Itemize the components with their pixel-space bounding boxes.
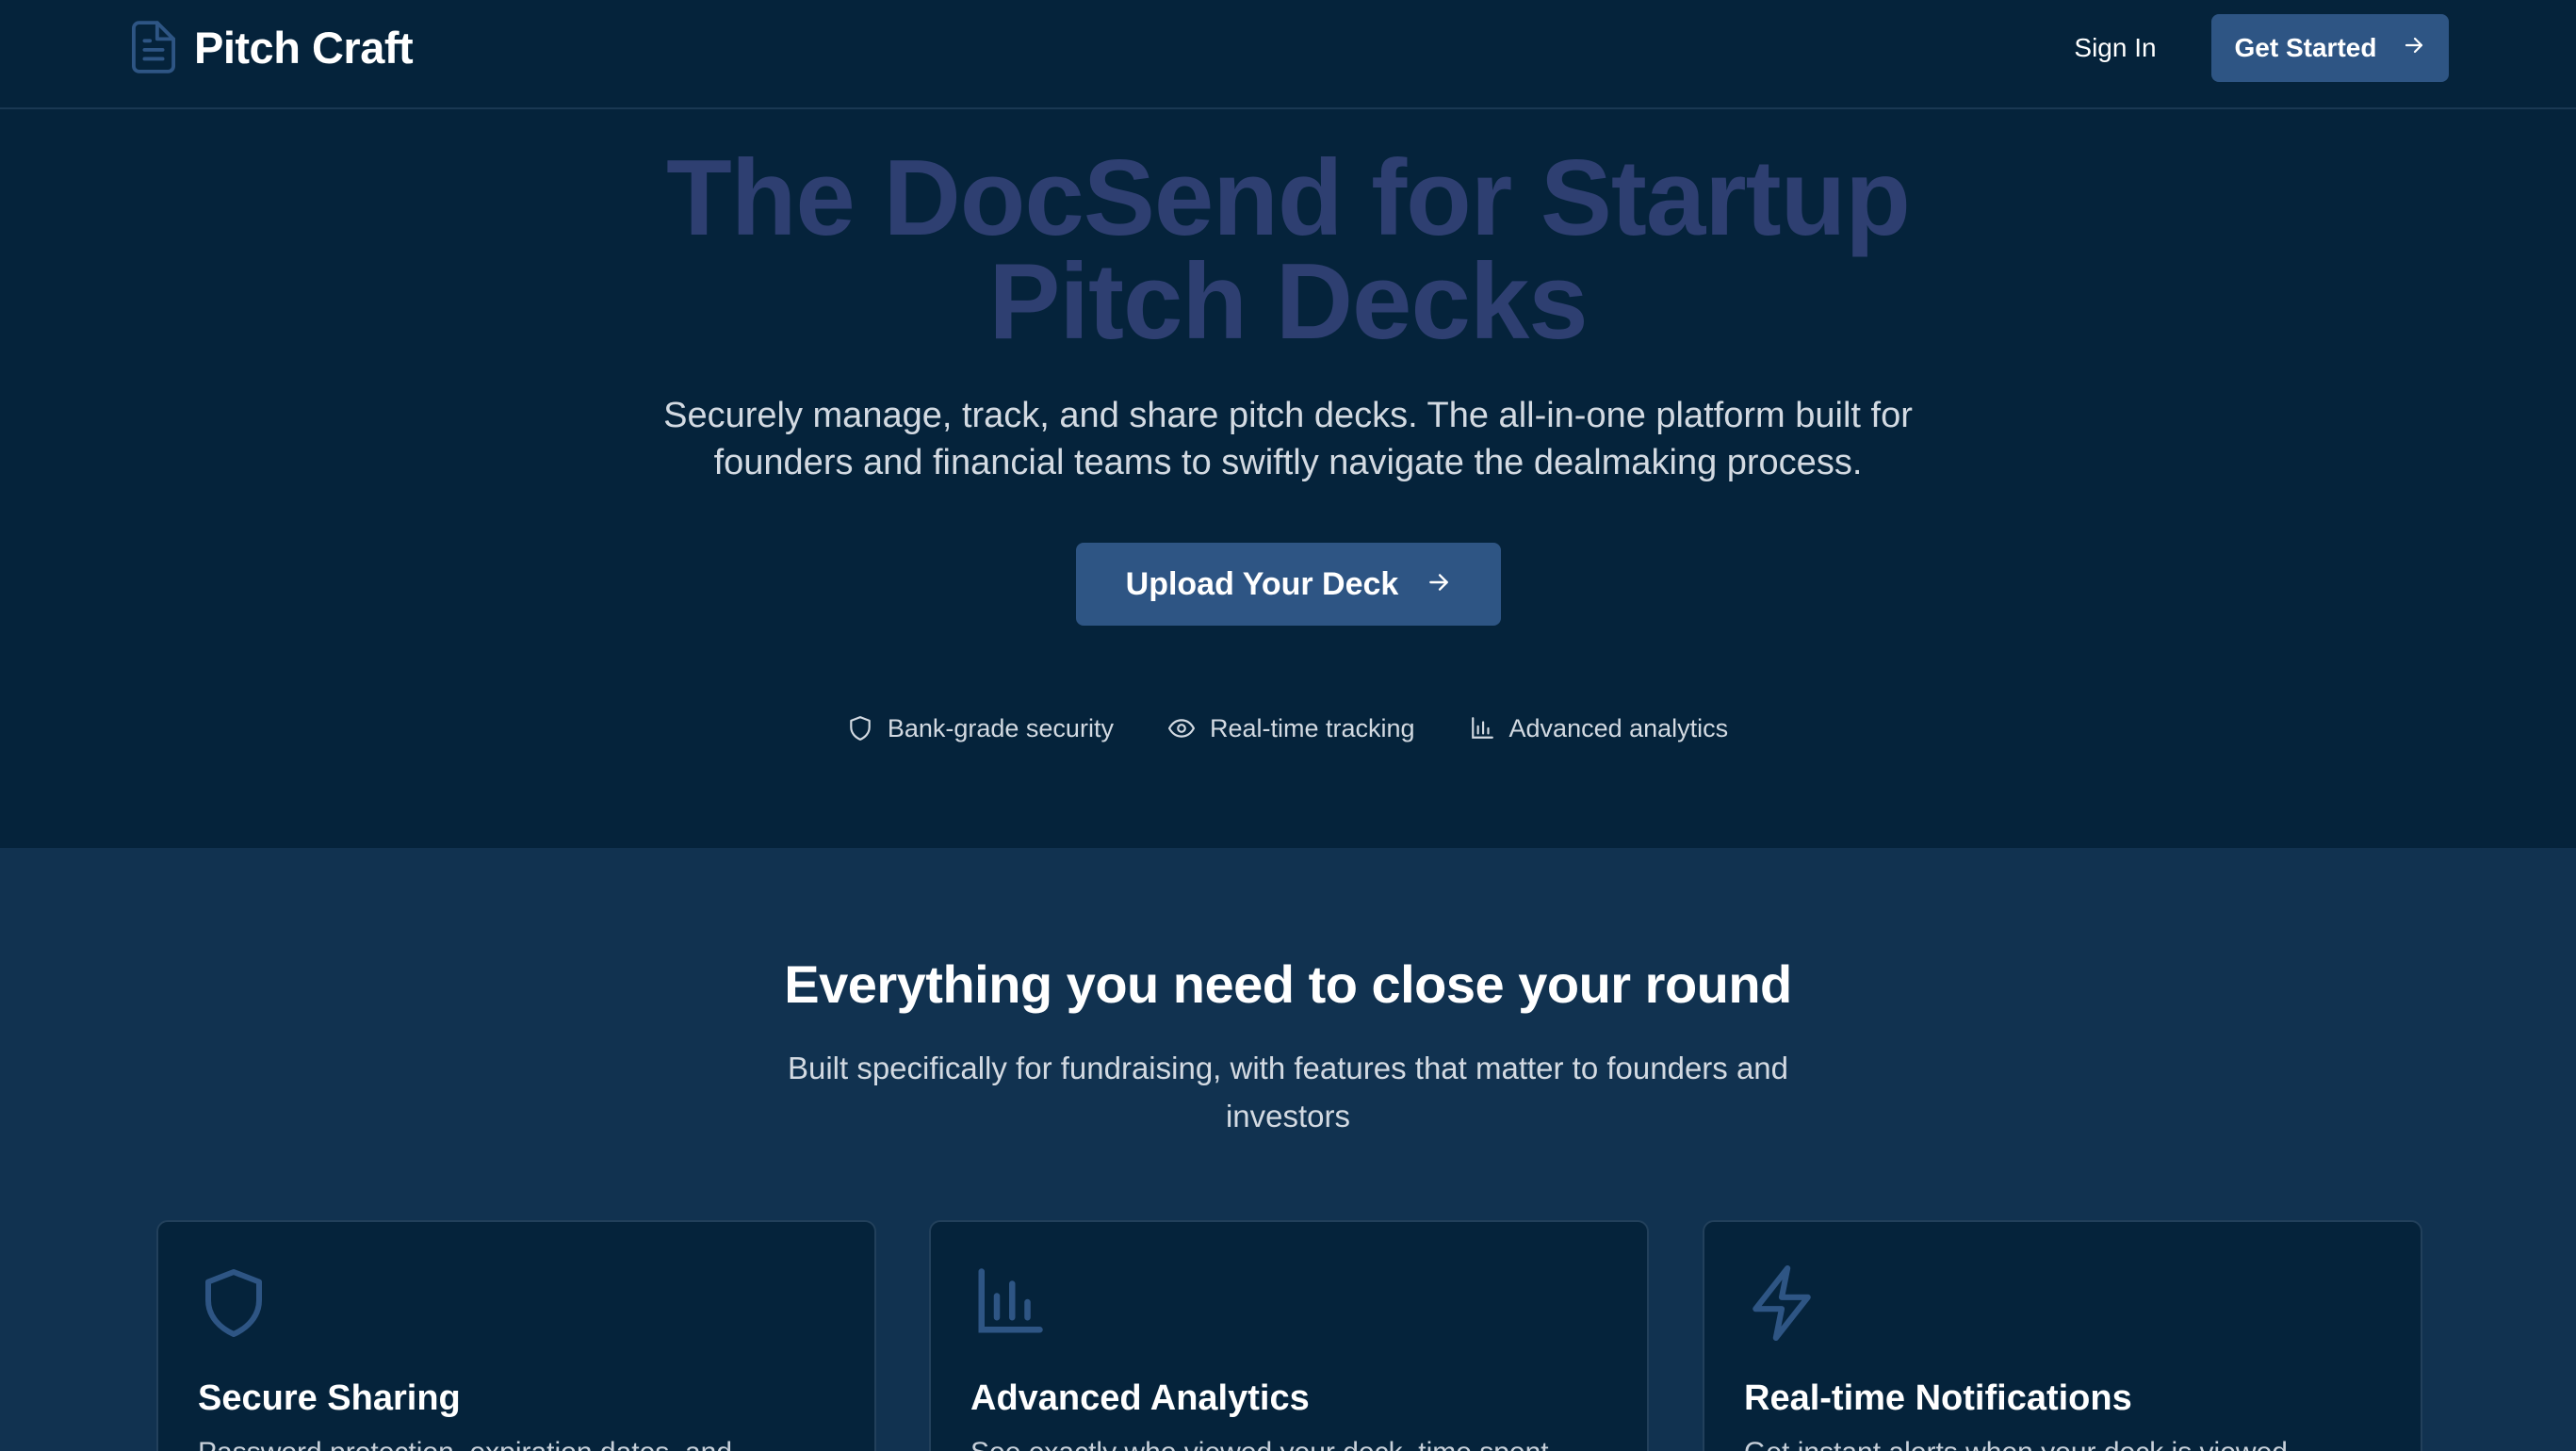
features-subtitle: Built specifically for fundraising, with…	[723, 1044, 1853, 1140]
trust-label: Real-time tracking	[1209, 713, 1415, 742]
feature-card-realtime-notifications: Real-time Notifications Get instant aler…	[1703, 1220, 2422, 1451]
brand-name: Pitch Craft	[194, 22, 414, 73]
feature-card-title: Secure Sharing	[198, 1378, 461, 1418]
feature-card-advanced-analytics: Advanced Analytics See exactly who viewe…	[929, 1220, 1649, 1451]
bar-chart-icon	[1470, 716, 1494, 741]
feature-card-secure-sharing: Secure Sharing Password protection, expi…	[156, 1220, 876, 1451]
features-title: Everything you need to close your round	[784, 954, 1792, 1014]
feature-card-title: Advanced Analytics	[970, 1378, 1310, 1418]
feature-card-title: Real-time Notifications	[1744, 1378, 2132, 1418]
hero-title-line: The DocSend for Startup	[666, 139, 1911, 258]
feature-card-desc: Password protection, expiration dates, a…	[198, 1437, 839, 1451]
hero-subtitle-line: Securely manage, track, and share pitch …	[663, 396, 1913, 435]
trust-label: Bank-grade security	[887, 713, 1114, 742]
features-subtitle-line: Built specifically for fundraising, with…	[787, 1051, 1789, 1085]
brand[interactable]: Pitch Craft	[132, 19, 414, 75]
arrow-right-icon	[2403, 33, 2425, 63]
features-section: Everything you need to close your round …	[0, 848, 2576, 1451]
trust-item-analytics: Advanced analytics	[1470, 713, 1729, 743]
feature-card-desc: Get instant alerts when your deck is vie…	[1744, 1437, 2385, 1451]
trust-label: Advanced analytics	[1508, 713, 1729, 742]
hero-section: The DocSend for Startup Pitch Decks Secu…	[0, 111, 2576, 848]
bar-chart-icon	[972, 1265, 1046, 1344]
features-subtitle-line: investors	[1225, 1099, 1351, 1133]
hero-subtitle: Securely manage, track, and share pitch …	[628, 392, 1948, 486]
trust-item-tracking: Real-time tracking	[1167, 713, 1415, 743]
lightning-icon	[1746, 1265, 1818, 1345]
document-icon	[132, 21, 175, 73]
trust-badges: Bank-grade security Real-time tracking A…	[0, 705, 2576, 752]
top-nav: Pitch Craft Sign In Get Started	[0, 0, 2576, 109]
hero-subtitle-line: founders and financial teams to swiftly …	[713, 443, 1863, 482]
shield-icon	[200, 1265, 268, 1345]
hero-title: The DocSend for Startup Pitch Decks	[0, 139, 2576, 362]
shield-icon	[848, 715, 872, 742]
arrow-right-icon	[1427, 566, 1451, 603]
sign-in-link[interactable]: Sign In	[2054, 21, 2177, 75]
get-started-button[interactable]: Get Started	[2211, 14, 2449, 82]
feature-card-desc: See exactly who viewed your deck, time s…	[970, 1437, 1611, 1451]
landing-page: Pitch Craft Sign In Get Started The DocS…	[0, 0, 2576, 1451]
get-started-label: Get Started	[2234, 33, 2377, 62]
hero-title-line: Pitch Decks	[988, 242, 1588, 362]
upload-deck-label: Upload Your Deck	[1125, 565, 1399, 602]
eye-icon	[1167, 718, 1195, 739]
trust-item-security: Bank-grade security	[848, 714, 1114, 743]
upload-deck-button[interactable]: Upload Your Deck	[1076, 543, 1501, 626]
